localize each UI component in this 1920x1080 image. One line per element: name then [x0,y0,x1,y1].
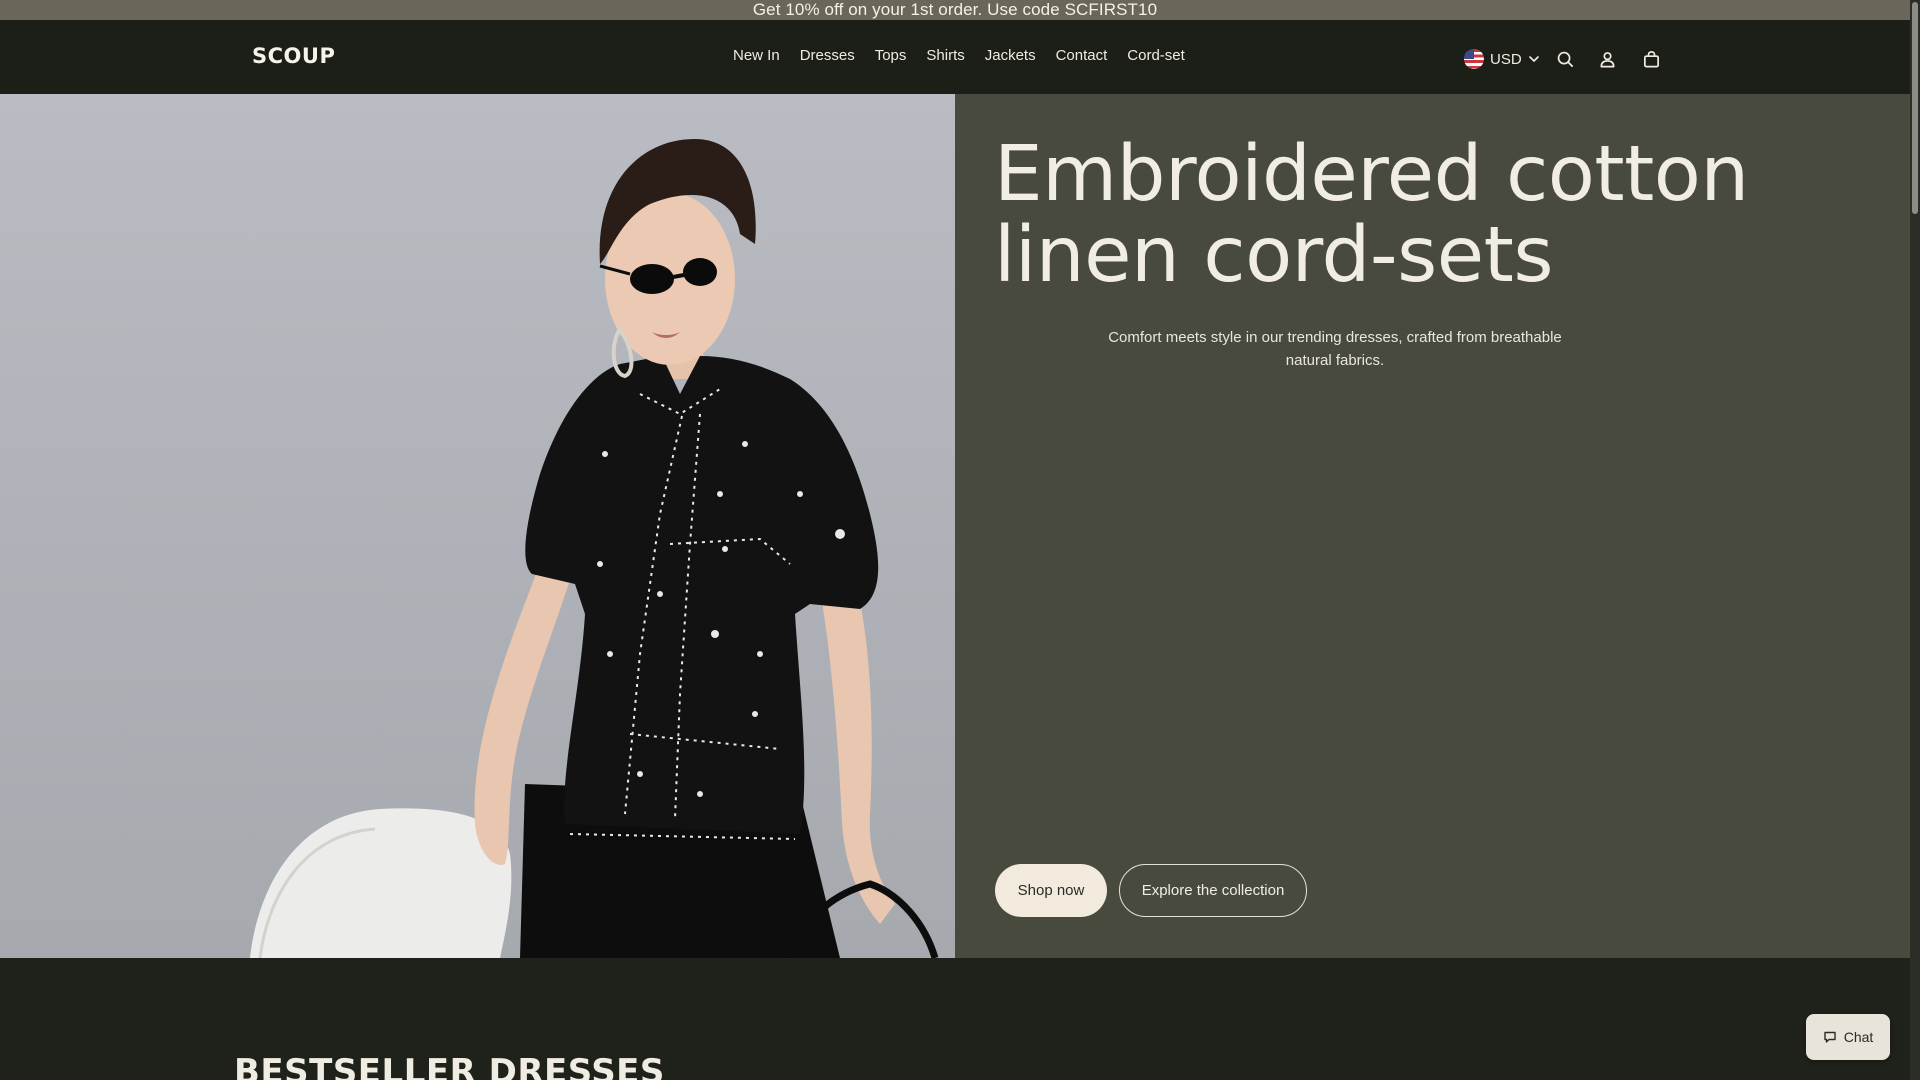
account-icon [1600,51,1615,67]
cart-icon [1644,50,1660,67]
nav-item-jackets[interactable]: Jackets [985,47,1036,64]
us-flag-icon [1464,49,1484,69]
search-icon [1557,51,1574,67]
hero-illustration [250,139,939,958]
nav-item-dresses[interactable]: Dresses [800,47,855,64]
currency-label: USD [1490,50,1522,68]
chat-button[interactable]: Chat [1806,1014,1890,1060]
nav-item-new-in[interactable]: New In [733,47,780,64]
cart-button[interactable] [1640,47,1664,71]
bestseller-section-title: BESTSELLER DRESSES [234,1052,665,1080]
site-logo[interactable]: SCOUP [252,44,335,68]
hero-section: Embroidered cotton linen cord-sets Comfo… [0,94,1910,958]
currency-selector[interactable]: USD [1464,49,1540,69]
nav-item-shirts[interactable]: Shirts [926,47,964,64]
account-button[interactable] [1596,47,1620,71]
chevron-down-icon [1528,56,1539,62]
hero-title: Embroidered cotton linen cord-sets [994,130,1749,300]
scrollbar-thumb[interactable] [1912,2,1918,214]
header-actions: USD [1464,44,1664,74]
nav-item-contact[interactable]: Contact [1056,47,1108,64]
announcement-text: Get 10% off on your 1st order. Use code … [752,0,1158,19]
main-nav: New In Dresses Tops Shirts Jackets Conta… [733,47,1185,64]
search-button[interactable] [1554,47,1578,71]
hero-model-image[interactable] [0,94,955,958]
site-header: SCOUP New In Dresses Tops Shirts Jackets… [0,20,1910,94]
announcement-bar: Get 10% off on your 1st order. Use code … [0,0,1910,20]
nav-item-cord-set[interactable]: Cord-set [1127,47,1185,64]
shop-now-button[interactable]: Shop now [995,864,1107,917]
chat-label: Chat [1843,1029,1874,1045]
chat-bubble-icon [1824,1031,1836,1043]
page-scrollbar[interactable] [1910,0,1920,1080]
hero-subtitle: Comfort meets style in our trending dres… [1108,329,1562,369]
explore-collection-button[interactable]: Explore the collection [1119,864,1307,917]
nav-item-tops[interactable]: Tops [875,47,907,64]
